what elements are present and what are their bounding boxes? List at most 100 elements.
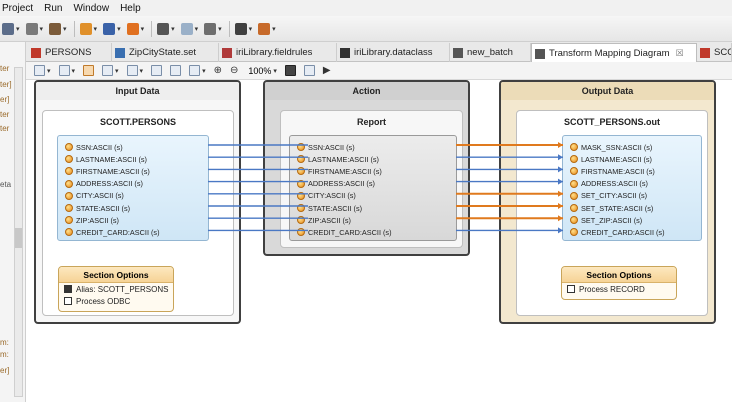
left-panel-label[interactable]: er] xyxy=(0,366,9,375)
left-scrollbar[interactable] xyxy=(14,67,23,397)
properties-button[interactable] xyxy=(303,65,315,76)
wizard-dropdown-icon xyxy=(103,22,116,35)
tab-label: iriLibrary.dataclass xyxy=(354,47,433,58)
print-button[interactable]: ▾ xyxy=(189,65,206,76)
left-panel-label[interactable]: m: xyxy=(0,338,9,347)
connector-button[interactable]: ▾ xyxy=(126,65,143,76)
map-button[interactable] xyxy=(83,65,95,76)
tab-irilibrary-fieldrules[interactable]: iriLibrary.fieldrules xyxy=(219,43,337,62)
zoom-select[interactable]: 100% ▾ xyxy=(246,66,277,76)
page-button[interactable]: ▾ xyxy=(102,65,119,76)
dropdown-arrow-icon: ▾ xyxy=(194,25,199,33)
external-tools-dropdown-button[interactable]: ▾ xyxy=(79,20,98,38)
link-dropdown-button[interactable]: ▾ xyxy=(180,20,199,38)
left-panel-label[interactable]: eta xyxy=(0,180,11,189)
perspective-dropdown-icon xyxy=(126,22,139,35)
left-panel-label[interactable]: ter xyxy=(0,64,9,73)
dropdown-arrow-icon: ▾ xyxy=(171,25,175,33)
package-dropdown-button[interactable]: ▾ xyxy=(49,20,67,38)
link-arrowhead xyxy=(558,154,563,161)
layout-icon xyxy=(34,65,45,76)
dropdown-arrow-icon: ▾ xyxy=(93,25,98,33)
tab-new-batch[interactable]: new_batch xyxy=(450,43,531,62)
search-dropdown-button[interactable]: ▾ xyxy=(258,20,276,38)
tab-label: SCOT xyxy=(714,47,731,58)
zoom-out-icon: ⊖ xyxy=(229,65,239,76)
network-button[interactable]: ▾ xyxy=(58,65,75,76)
zoom-value: 100% xyxy=(248,65,272,76)
toolbar-separator xyxy=(151,20,153,37)
status-dropdown-icon xyxy=(234,22,247,35)
left-panel-label[interactable]: er] xyxy=(0,95,9,104)
link-arrowhead xyxy=(558,166,563,173)
tab-zipcitystate-set[interactable]: ZipCityState.set xyxy=(112,43,219,62)
export-button[interactable] xyxy=(151,65,163,76)
export-icon xyxy=(151,65,163,76)
tab-label: iriLibrary.fieldrules xyxy=(236,47,313,58)
zoom-in-button[interactable]: ⊕ xyxy=(214,65,222,76)
tab-persons[interactable]: PERSONS xyxy=(28,43,112,62)
perspective-dropdown-button[interactable]: ▾ xyxy=(126,20,145,38)
link-dropdown-icon xyxy=(180,22,193,35)
left-side-panel: ter ter] er] ter ter eta m: m: er] xyxy=(0,42,26,402)
dropdown-arrow-icon: ▾ xyxy=(140,25,145,33)
wizard-dropdown-button[interactable]: ▾ xyxy=(103,20,121,38)
external-tools-dropdown-icon xyxy=(79,22,92,35)
tab-label: PERSONS xyxy=(45,47,92,58)
editor-tab-bar: PERSONS ZipCityState.set iriLibrary.fieldr… xyxy=(26,42,732,63)
dropdown-arrow-icon: ▾ xyxy=(63,25,67,33)
link-arrowhead xyxy=(558,142,563,148)
mapping-links-layer xyxy=(208,142,563,234)
dropdown-arrow-icon: ▾ xyxy=(39,25,44,33)
layout-button[interactable]: ▾ xyxy=(34,65,51,76)
left-panel-label[interactable]: ter xyxy=(0,110,9,119)
link-arrowhead xyxy=(558,227,563,234)
tab-scot[interactable]: SCOT xyxy=(697,43,732,62)
run-dropdown-icon xyxy=(2,22,14,35)
menu-window[interactable]: Window xyxy=(73,3,109,14)
dropdown-arrow-icon: ▾ xyxy=(16,25,20,33)
package-dropdown-icon xyxy=(49,22,62,35)
tab-irilibrary-dataclass[interactable]: iriLibrary.dataclass xyxy=(337,43,450,62)
link-arrowhead xyxy=(558,178,563,185)
debug-dropdown-button[interactable]: ▾ xyxy=(25,20,44,38)
menu-help[interactable]: Help xyxy=(120,3,141,14)
map-icon xyxy=(83,65,95,76)
dropdown-arrow-icon: ▾ xyxy=(248,25,253,33)
file-icon xyxy=(453,47,463,58)
close-icon[interactable]: ☒ xyxy=(676,48,684,59)
screenshot-button[interactable] xyxy=(284,65,296,76)
tab-transform-mapping-diagram[interactable]: Transform Mapping Diagram ☒ xyxy=(531,43,697,63)
menu-project[interactable]: Project xyxy=(2,3,33,14)
file-icon xyxy=(31,47,41,58)
run-diagram-button[interactable]: ▶ xyxy=(323,65,331,76)
camera-icon xyxy=(284,65,296,76)
gear-dropdown-button[interactable]: ▾ xyxy=(204,20,222,38)
cursor-dropdown-button[interactable]: ▾ xyxy=(157,20,175,38)
edit-button[interactable] xyxy=(170,65,182,76)
status-dropdown-button[interactable]: ▾ xyxy=(234,20,253,38)
tab-label: new_batch xyxy=(467,47,513,58)
network-icon xyxy=(58,65,70,76)
zoom-out-button[interactable]: ⊖ xyxy=(230,65,238,76)
diagram-toolbar: ▾ ▾ ▾ ▾ ▾ ⊕ ⊖ 100% ▾ ▶ xyxy=(26,62,732,80)
menu-bar: Project Run Window Help xyxy=(0,0,732,16)
gear-dropdown-icon xyxy=(204,22,217,35)
file-icon xyxy=(340,47,350,58)
left-panel-label[interactable]: ter xyxy=(0,124,9,133)
diagram-canvas[interactable]: Input Data SCOTT.PERSONS SSN:ASCII (s) LA… xyxy=(26,80,732,402)
toolbar-separator xyxy=(73,20,75,37)
zoom-in-icon: ⊕ xyxy=(213,65,222,76)
print-icon xyxy=(189,65,201,76)
left-panel-label[interactable]: ter] xyxy=(0,80,12,89)
run-dropdown-button[interactable]: ▾ xyxy=(2,20,20,38)
left-scrollbar-thumb[interactable] xyxy=(15,228,22,248)
link-arrowhead xyxy=(558,203,563,209)
properties-icon xyxy=(303,65,315,76)
file-icon xyxy=(222,47,232,58)
left-panel-label[interactable]: m: xyxy=(0,350,9,359)
debug-dropdown-icon xyxy=(25,22,38,35)
dropdown-arrow-icon: ▾ xyxy=(117,25,121,33)
tab-label: Transform Mapping Diagram xyxy=(549,48,670,59)
menu-run[interactable]: Run xyxy=(44,3,62,14)
